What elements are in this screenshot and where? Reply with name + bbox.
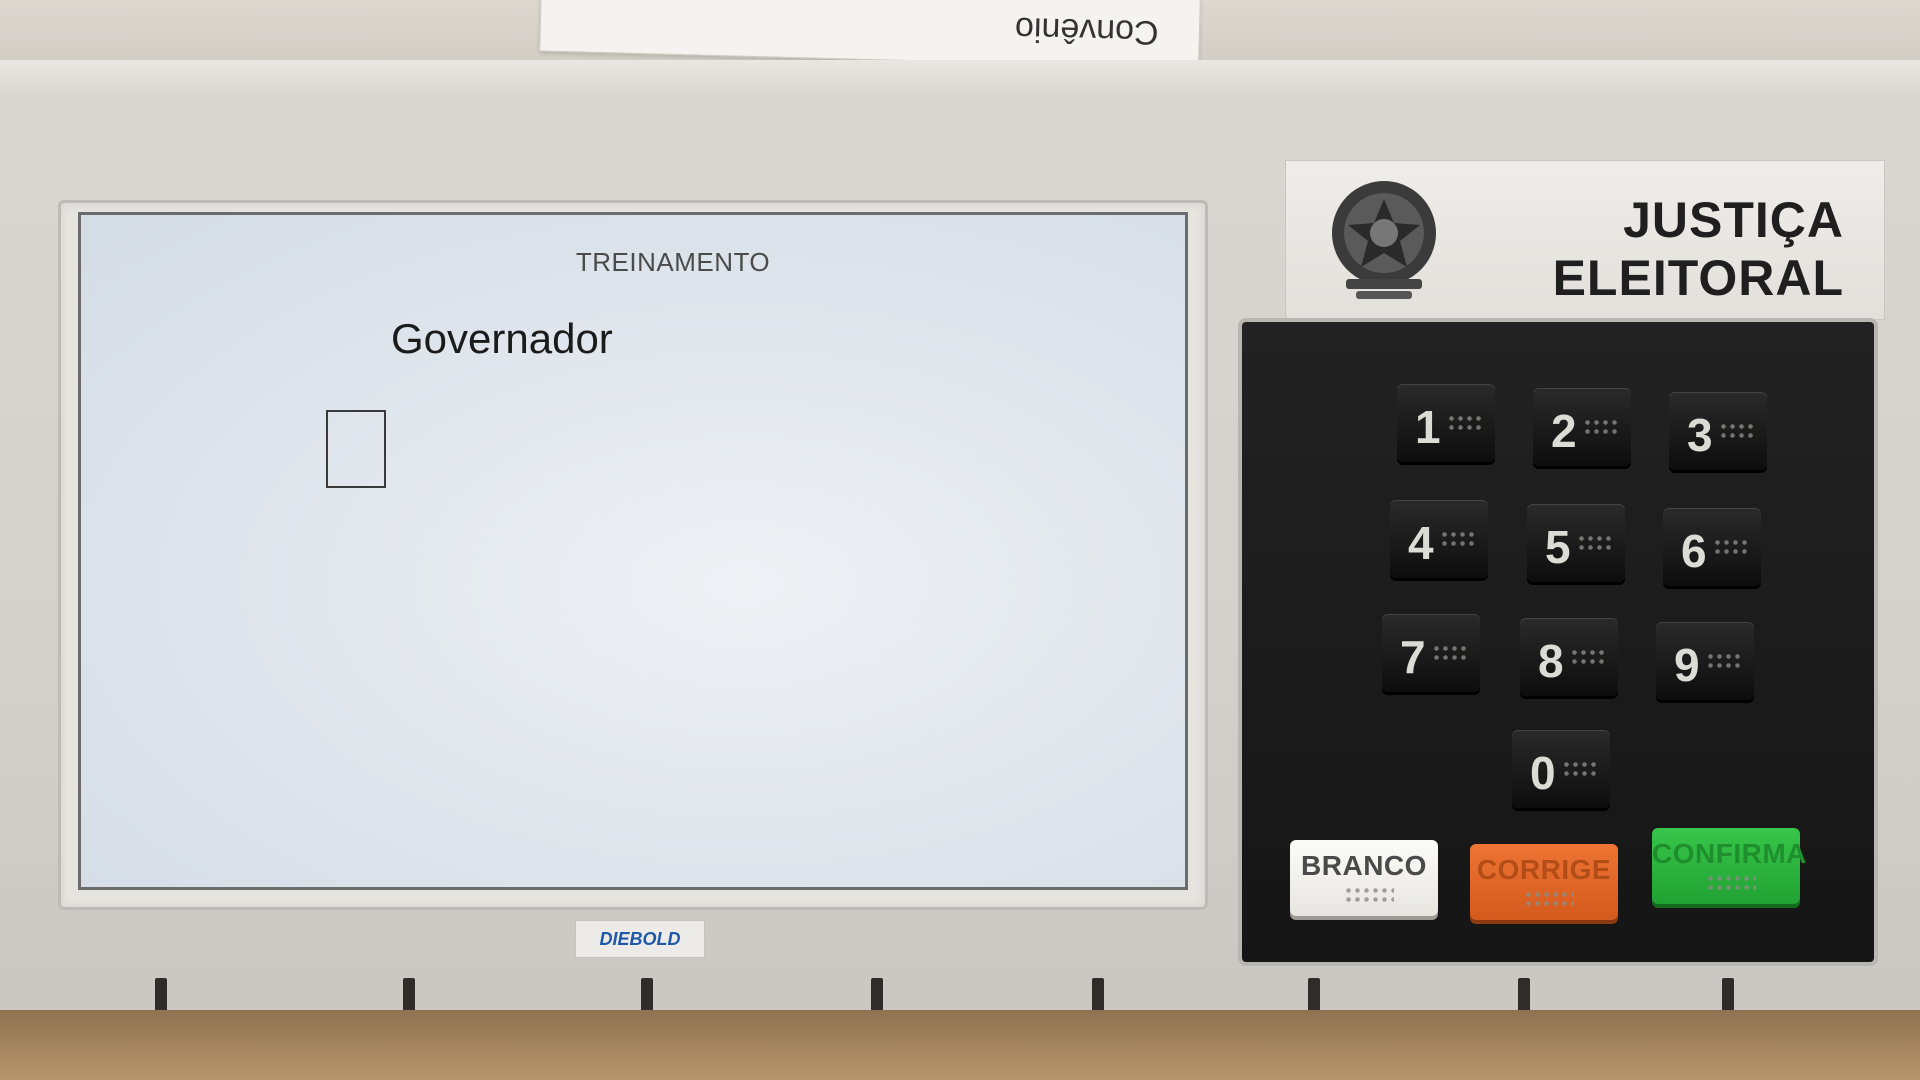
- correct-button[interactable]: CORRIGE: [1470, 844, 1618, 920]
- braille-dots: [1583, 418, 1619, 436]
- key-label: 1: [1415, 401, 1441, 453]
- braille-dots: [1570, 648, 1606, 666]
- key-label: 5: [1545, 521, 1571, 573]
- key-label: 4: [1408, 517, 1434, 569]
- office-title: Governador: [391, 315, 613, 362]
- braille-dots: [1719, 422, 1755, 440]
- key-label: 9: [1674, 639, 1700, 691]
- authority-line1: JUSTIÇA: [1623, 192, 1844, 248]
- braille-dots: [1524, 890, 1574, 906]
- key-label: 6: [1681, 525, 1707, 577]
- key-label: 8: [1538, 635, 1564, 687]
- braille-dots: [1706, 652, 1742, 670]
- braille-dots: [1432, 644, 1468, 662]
- confirm-label: CONFIRMA: [1652, 838, 1807, 869]
- key-9[interactable]: 9: [1656, 622, 1754, 700]
- key-6[interactable]: 6: [1663, 508, 1761, 586]
- key-8[interactable]: 8: [1520, 618, 1618, 696]
- key-4[interactable]: 4: [1390, 500, 1488, 578]
- keypad: 1 2 3 4 5 6 7 8 9 0 BRANCO CORRIGE CONFI…: [1242, 322, 1874, 962]
- key-5[interactable]: 5: [1527, 504, 1625, 582]
- braille-dots: [1713, 538, 1749, 556]
- table-surface: [0, 1010, 1920, 1080]
- key-1[interactable]: 1: [1397, 384, 1495, 462]
- vote-digit-box: [326, 410, 386, 488]
- braille-dots: [1706, 874, 1756, 890]
- key-0[interactable]: 0: [1512, 730, 1610, 808]
- braille-dots: [1577, 534, 1613, 552]
- authority-name: JUSTIÇA ELEITORAL: [1553, 191, 1844, 307]
- braille-dots: [1447, 414, 1483, 432]
- coat-of-arms-icon: [1332, 181, 1436, 299]
- key-2[interactable]: 2: [1533, 388, 1631, 466]
- confirm-button[interactable]: CONFIRMA: [1652, 828, 1807, 904]
- authority-line2: ELEITORAL: [1552, 250, 1844, 306]
- key-3[interactable]: 3: [1669, 392, 1767, 470]
- blank-vote-button[interactable]: BRANCO: [1290, 840, 1438, 916]
- key-label: 3: [1687, 409, 1713, 461]
- key-label: 2: [1551, 405, 1577, 457]
- key-label: 7: [1400, 631, 1426, 683]
- brand-logo: DIEBOLD: [599, 929, 681, 949]
- braille-dots: [1440, 530, 1476, 548]
- key-label: 0: [1530, 747, 1556, 799]
- braille-dots: [1344, 886, 1394, 902]
- screen-mode-label: TREINAMENTO: [575, 247, 771, 277]
- correct-label: CORRIGE: [1476, 854, 1612, 885]
- blank-vote-label: BRANCO: [1301, 850, 1427, 881]
- braille-dots: [1562, 760, 1598, 778]
- machine-top-edge: [0, 60, 1920, 100]
- brand-plate: DIEBOLD: [575, 920, 705, 958]
- voting-screen: TREINAMENTO Governador: [78, 212, 1188, 890]
- paper-label-text: Convênio: [1014, 9, 1160, 52]
- key-7[interactable]: 7: [1382, 614, 1480, 692]
- authority-plate: JUSTIÇA ELEITORAL: [1285, 160, 1885, 320]
